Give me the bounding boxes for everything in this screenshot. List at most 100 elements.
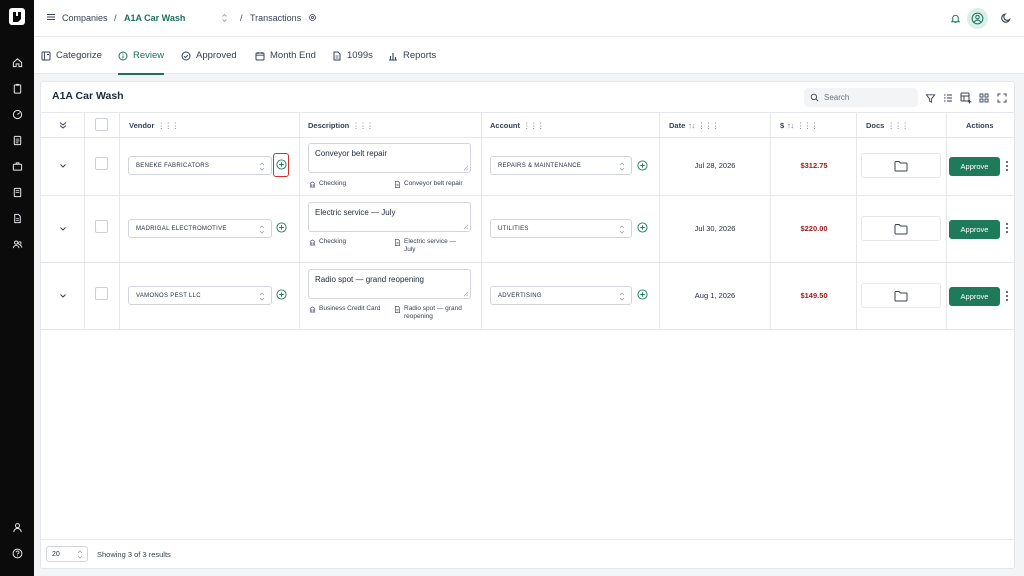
- vendor-select[interactable]: BENEKE FABRICATORS: [128, 156, 272, 175]
- more-options-icon[interactable]: [1004, 160, 1010, 172]
- description-value: Electric service — July: [315, 208, 396, 217]
- select-chevron-icon: [619, 162, 625, 171]
- add-vendor-icon[interactable]: [276, 159, 287, 170]
- profile-icon[interactable]: [9, 519, 25, 535]
- expand-row-chevron-icon[interactable]: [58, 291, 68, 301]
- dark-mode-moon-icon[interactable]: [998, 10, 1014, 26]
- menu-icon[interactable]: [46, 12, 56, 22]
- column-menu-icon[interactable]: ⋮⋮⋮: [797, 121, 819, 130]
- breadcrumb-separator: /: [240, 13, 243, 23]
- select-chevron-icon: [259, 162, 265, 171]
- account-select[interactable]: UTILITIES: [490, 219, 632, 238]
- approve-button[interactable]: Approve: [949, 220, 1000, 239]
- search-box[interactable]: [804, 88, 918, 107]
- column-header-date[interactable]: Date ↑↓ ⋮⋮⋮: [669, 119, 719, 131]
- search-input[interactable]: [824, 93, 904, 102]
- user-avatar[interactable]: [967, 8, 988, 29]
- filter-icon[interactable]: [923, 91, 937, 105]
- column-header-account[interactable]: Account ⋮⋮⋮: [490, 119, 545, 131]
- memo: Radio spot — grand reopening: [394, 305, 474, 321]
- report-icon[interactable]: [9, 210, 25, 226]
- approve-button[interactable]: Approve: [949, 287, 1000, 306]
- bar-chart-icon: [389, 52, 397, 61]
- date-value: Jul 30, 2026: [694, 224, 736, 233]
- add-account-icon[interactable]: [637, 160, 648, 171]
- table-border: [41, 262, 1014, 263]
- company-selector-chevron-icon[interactable]: [221, 13, 228, 23]
- breadcrumb-companies[interactable]: Companies: [62, 13, 108, 23]
- column-header-amount[interactable]: $ ↑↓ ⋮⋮⋮: [780, 119, 818, 131]
- docs-upload-box[interactable]: [861, 283, 941, 308]
- row-checkbox[interactable]: [95, 157, 108, 170]
- column-header-docs[interactable]: Docs ⋮⋮⋮: [866, 119, 909, 131]
- tab-reports[interactable]: Reports: [388, 37, 436, 74]
- grid-view-icon[interactable]: [977, 91, 991, 105]
- description-input[interactable]: Conveyor belt repair: [308, 143, 471, 173]
- resize-grip-icon[interactable]: [463, 224, 469, 230]
- vendor-value: BENEKE FABRICATORS: [136, 162, 210, 169]
- page-size-select[interactable]: 20: [46, 546, 88, 562]
- account-select[interactable]: REPAIRS & MAINTENANCE: [490, 156, 632, 175]
- tab-1099s[interactable]: 1099s: [332, 37, 373, 74]
- gauge-icon[interactable]: [9, 106, 25, 122]
- select-chevron-icon: [77, 550, 83, 559]
- more-options-icon[interactable]: [1004, 290, 1010, 302]
- add-account-icon[interactable]: [637, 289, 648, 300]
- company-selector[interactable]: A1A Car Wash: [124, 13, 185, 23]
- column-header-description[interactable]: Description ⋮⋮⋮: [308, 119, 374, 131]
- book-icon[interactable]: [9, 184, 25, 200]
- settings-gear-icon[interactable]: [308, 13, 317, 22]
- vendor-select[interactable]: VAMONOS PEST LLC: [128, 286, 272, 305]
- fullscreen-icon[interactable]: [995, 91, 1009, 105]
- briefcase-icon[interactable]: [9, 158, 25, 174]
- expand-row-chevron-icon[interactable]: [58, 224, 68, 234]
- approve-button[interactable]: Approve: [949, 157, 1000, 176]
- resize-grip-icon[interactable]: [463, 291, 469, 297]
- tab-label: Approved: [196, 50, 237, 61]
- row-checkbox[interactable]: [95, 287, 108, 300]
- docs-upload-box[interactable]: [861, 153, 941, 178]
- description-input[interactable]: Electric service — July: [308, 202, 471, 232]
- column-menu-icon[interactable]: ⋮⋮⋮: [887, 121, 909, 130]
- users-icon[interactable]: [9, 236, 25, 252]
- clipboard-icon[interactable]: [9, 80, 25, 96]
- description-input[interactable]: Radio spot — grand reopening: [308, 269, 471, 299]
- select-all-checkbox[interactable]: [95, 118, 108, 131]
- bank-icon: [309, 239, 316, 245]
- help-icon[interactable]: [9, 545, 25, 561]
- more-options-icon[interactable]: [1004, 222, 1010, 234]
- column-menu-icon[interactable]: ⋮⋮⋮: [523, 121, 545, 130]
- add-vendor-icon[interactable]: [276, 222, 287, 233]
- search-icon: [810, 93, 819, 102]
- ledger-icon[interactable]: [9, 132, 25, 148]
- column-divider: [481, 112, 482, 329]
- expand-row-chevron-icon[interactable]: [58, 161, 68, 171]
- vendor-select[interactable]: MADRIGAL ELECTROMOTIVE: [128, 219, 272, 238]
- column-menu-icon[interactable]: ⋮⋮⋮: [352, 121, 374, 130]
- tab-categorize[interactable]: Categorize: [41, 37, 102, 74]
- notification-bell-icon[interactable]: [947, 10, 963, 26]
- sort-icon[interactable]: ↑↓: [787, 121, 794, 130]
- row-checkbox[interactable]: [95, 220, 108, 233]
- results-count: Showing 3 of 3 results: [97, 550, 171, 559]
- source-account: Business Credit Card: [309, 305, 380, 313]
- list-view-icon[interactable]: [941, 91, 955, 105]
- tab-review[interactable]: Review: [118, 37, 165, 75]
- column-header-vendor[interactable]: Vendor ⋮⋮⋮: [129, 119, 179, 131]
- account-select[interactable]: ADVERTISING: [490, 286, 632, 305]
- resize-grip-icon[interactable]: [463, 165, 469, 171]
- sort-icon[interactable]: ↑↓: [688, 121, 695, 130]
- add-vendor-icon[interactable]: [276, 289, 287, 300]
- table-border: [41, 329, 1014, 330]
- column-menu-icon[interactable]: ⋮⋮⋮: [157, 121, 179, 130]
- add-column-icon[interactable]: [959, 91, 973, 105]
- tab-month-end[interactable]: Month End: [255, 37, 316, 74]
- home-icon[interactable]: [9, 54, 25, 70]
- amount-value: $220.00: [800, 224, 828, 233]
- tab-approved[interactable]: Approved: [181, 37, 237, 74]
- collapse-all-icon[interactable]: [58, 120, 68, 130]
- column-menu-icon[interactable]: ⋮⋮⋮: [698, 121, 720, 130]
- app-logo[interactable]: [9, 8, 25, 25]
- docs-upload-box[interactable]: [861, 216, 941, 241]
- add-account-icon[interactable]: [637, 222, 648, 233]
